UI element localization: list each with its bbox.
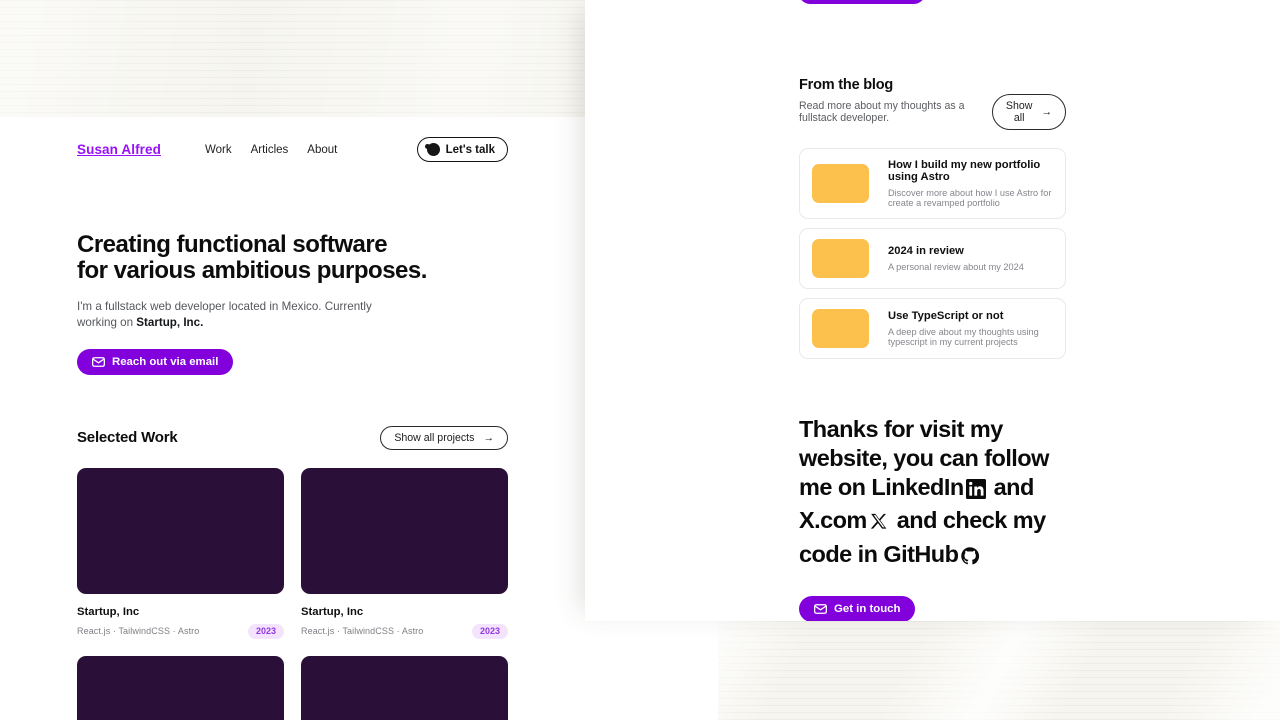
x-twitter-icon[interactable] <box>869 510 889 539</box>
show-all-projects-label: Show all projects <box>394 431 475 444</box>
blog-post-excerpt: Discover more about how I use Astro for … <box>888 188 1052 208</box>
left-window: Susan Alfred Work Articles About Let's t… <box>0 117 585 720</box>
nav-item-about[interactable]: About <box>307 144 337 156</box>
selected-work-header: Selected Work Show all projects → <box>77 425 508 450</box>
linkedin-icon[interactable] <box>965 477 986 506</box>
screen: Susan Alfred Work Articles About Let's t… <box>0 0 1280 720</box>
blog-thumbnail <box>812 164 869 203</box>
right-window-content: From the blog Read more about my thought… <box>585 0 1280 621</box>
backdrop-sheen <box>718 621 1280 720</box>
project-title: Startup, Inc <box>301 605 364 618</box>
backdrop-sheen <box>0 0 596 117</box>
site-header: Susan Alfred Work Articles About Let's t… <box>77 117 508 182</box>
blog-card[interactable]: How I build my new portfolio using Astro… <box>799 148 1066 219</box>
blog-list: How I build my new portfolio using Astro… <box>799 148 1066 359</box>
blog-card[interactable]: 2024 in review A personal review about m… <box>799 228 1066 289</box>
project-meta: React.js · TailwindCSS · Astro 2023 <box>77 623 284 639</box>
arrow-right-icon: → <box>1041 106 1052 118</box>
blog-card-text: How I build my new portfolio using Astro… <box>888 159 1053 208</box>
blog-card[interactable]: Use TypeScript or not A deep dive about … <box>799 298 1066 359</box>
blog-card-text: 2024 in review A personal review about m… <box>888 245 1024 272</box>
project-card[interactable]: Startup, Inc React.js · TailwindCSS · As… <box>77 655 284 720</box>
project-tags: React.js · TailwindCSS · Astro <box>301 626 424 637</box>
nav-item-work[interactable]: Work <box>205 144 232 156</box>
mail-icon <box>92 356 105 367</box>
hero-subtitle: I'm a fullstack web developer located in… <box>77 299 377 332</box>
project-year-badge: 2023 <box>471 623 508 639</box>
project-title: Startup, Inc <box>77 605 140 618</box>
blog-thumbnail <box>812 239 869 278</box>
show-all-posts-button[interactable]: Show all → <box>991 94 1066 130</box>
blog-card-text: Use TypeScript or not A deep dive about … <box>888 310 1053 347</box>
project-thumbnail <box>77 655 284 720</box>
hero-line-2: for various ambitious purposes. <box>77 256 427 284</box>
right-window: From the blog Read more about my thought… <box>585 0 1280 621</box>
hero-subtitle-company: Startup, Inc. <box>136 316 204 330</box>
project-card[interactable]: Startup, Inc React.js · TailwindCSS · As… <box>301 467 508 639</box>
lets-talk-label: Let's talk <box>445 143 495 156</box>
project-card[interactable]: Startup, Inc React.js · TailwindCSS · As… <box>77 467 284 639</box>
get-in-touch-label: Get in touch <box>834 602 901 615</box>
lets-talk-button[interactable]: Let's talk <box>416 137 508 162</box>
project-meta: React.js · TailwindCSS · Astro 2023 <box>301 623 508 639</box>
thanks-heading: Thanks for visit my website, you can fol… <box>799 415 1066 573</box>
github-icon[interactable] <box>960 544 980 573</box>
mail-icon <box>814 603 827 614</box>
blog-post-title: Use TypeScript or not <box>888 310 1004 322</box>
nav-item-articles[interactable]: Articles <box>251 144 289 156</box>
left-window-content: Susan Alfred Work Articles About Let's t… <box>0 117 585 720</box>
blog-header-text: From the blog Read more about my thought… <box>799 77 992 124</box>
project-tags: React.js · TailwindCSS · Astro <box>77 626 200 637</box>
brand-logo[interactable]: Susan Alfred <box>77 142 161 157</box>
project-thumbnail <box>301 655 508 720</box>
blog-thumbnail <box>812 309 869 348</box>
show-all-projects-button[interactable]: Show all projects → <box>380 425 508 450</box>
project-thumbnail <box>77 467 284 594</box>
backdrop-texture-bottom-right <box>718 621 1280 720</box>
blog-post-excerpt: A personal review about my 2024 <box>888 262 1024 272</box>
blog-post-excerpt: A deep dive about my thoughts using type… <box>888 327 1039 347</box>
arrow-right-icon: → <box>483 431 494 444</box>
blog-subtitle: Read more about my thoughts as a fullsta… <box>799 100 965 124</box>
blog-post-title: How I build my new portfolio using Astro <box>888 159 1041 183</box>
project-grid: Startup, Inc React.js · TailwindCSS · As… <box>77 467 508 720</box>
selected-work-title: Selected Work <box>77 429 178 447</box>
avatar-icon <box>424 143 440 156</box>
blog-title: From the blog <box>799 77 894 93</box>
project-thumbnail <box>301 467 508 594</box>
project-year-badge: 2023 <box>247 623 284 639</box>
blog-header: From the blog Read more about my thought… <box>799 0 1066 130</box>
backdrop-texture-top-left <box>0 0 596 117</box>
show-all-posts-label: Show all <box>1005 100 1033 124</box>
primary-nav: Work Articles About <box>205 144 337 156</box>
hero-subtitle-text: I'm a fullstack web developer located in… <box>77 299 372 330</box>
blog-post-title: 2024 in review <box>888 245 964 257</box>
page-title: Creating functional software for various… <box>77 232 508 284</box>
project-card[interactable]: Startup, Inc React.js · TailwindCSS · As… <box>301 655 508 720</box>
get-in-touch-button[interactable]: Get in touch <box>799 595 916 621</box>
clipped-purple-button[interactable] <box>799 0 925 4</box>
hero-line-1: Creating functional software <box>77 231 388 258</box>
reach-out-label: Reach out via email <box>112 355 219 368</box>
reach-out-email-button[interactable]: Reach out via email <box>77 348 234 375</box>
